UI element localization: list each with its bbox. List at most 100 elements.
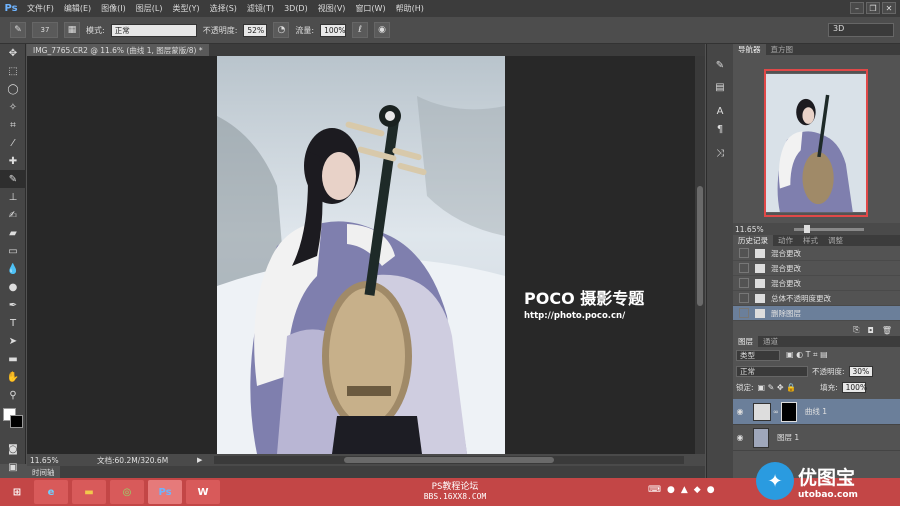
stamp-tool-icon[interactable]: ⊥ — [0, 188, 26, 206]
history-checkbox[interactable] — [739, 308, 749, 318]
menu-filter[interactable]: 滤镜(T) — [242, 3, 279, 14]
menu-window[interactable]: 窗口(W) — [350, 3, 390, 14]
pressure-opacity-icon[interactable]: ◔ — [273, 22, 290, 38]
vertical-scrollbar[interactable] — [695, 56, 705, 454]
tray-app-icon[interactable]: ● — [707, 485, 715, 495]
menu-3d[interactable]: 3D(D) — [279, 4, 313, 13]
keyboard-icon[interactable]: ⌨ — [648, 485, 661, 495]
status-arrow-icon[interactable]: ▶ — [197, 456, 202, 464]
healing-tool-icon[interactable]: ✚ — [0, 152, 26, 170]
history-brush-tool-icon[interactable]: ✍ — [0, 206, 26, 224]
brush-panel-icon[interactable]: ▦ — [64, 22, 80, 38]
qq-icon[interactable]: ● — [667, 485, 675, 495]
menu-help[interactable]: 帮助(H) — [391, 3, 429, 14]
tab-actions[interactable]: 动作 — [773, 235, 798, 246]
shape-tool-icon[interactable]: ▬ — [0, 350, 26, 368]
tab-histogram[interactable]: 直方图 — [766, 44, 799, 55]
type-tool-icon[interactable]: T — [0, 314, 26, 332]
eye-icon[interactable]: ◉ — [733, 407, 747, 416]
navigator-preview[interactable] — [764, 69, 868, 217]
layer-curves-1[interactable]: ◉ ∞ 曲线 1 — [733, 399, 900, 425]
brush-presets-icon[interactable]: ✎ — [707, 56, 733, 74]
photo-canvas[interactable] — [217, 56, 505, 454]
menu-view[interactable]: 视图(V) — [313, 3, 351, 14]
blend-mode-select[interactable]: 正常 — [736, 365, 808, 377]
tab-navigator[interactable]: 导航器 — [733, 44, 766, 55]
eye-icon[interactable]: ◉ — [733, 433, 747, 442]
eraser-tool-icon[interactable]: ▰ — [0, 224, 26, 242]
fill-field[interactable]: 100% — [841, 381, 867, 393]
lock-icons[interactable]: ▣ ✎ ✥ 🔒 — [758, 383, 797, 392]
gradient-tool-icon[interactable]: ▭ — [0, 242, 26, 260]
snapshot-icon[interactable]: ◘ — [868, 326, 874, 335]
history-checkbox[interactable] — [739, 263, 749, 273]
lasso-tool-icon[interactable]: ◯ — [0, 80, 26, 98]
opacity-field[interactable]: 52% — [243, 23, 268, 37]
warning-icon[interactable]: ▲ — [681, 485, 688, 495]
tab-adjustments[interactable]: 调整 — [823, 235, 848, 246]
zoom-readout[interactable]: 11.65% — [27, 456, 87, 465]
restore-icon[interactable]: ❐ — [866, 2, 880, 14]
brush-size-picker[interactable]: 37 — [32, 22, 58, 38]
history-item[interactable]: 混合更改 — [733, 246, 900, 261]
quick-mask-icon[interactable]: ◙ — [0, 440, 26, 458]
hand-tool-icon[interactable]: ✋ — [0, 368, 26, 386]
blur-tool-icon[interactable]: 💧 — [0, 260, 26, 278]
layer-1[interactable]: ◉ 图层 1 — [733, 425, 900, 451]
h-scroll-thumb[interactable] — [344, 457, 555, 463]
close-icon[interactable]: ✕ — [882, 2, 896, 14]
dodge-tool-icon[interactable]: ● — [0, 278, 26, 296]
history-item-selected[interactable]: 删除图层 — [733, 306, 900, 321]
explorer-icon[interactable]: ▬ — [72, 480, 106, 504]
navigator-zoom[interactable]: 11.65% — [735, 225, 764, 234]
ie-icon[interactable]: e — [34, 480, 68, 504]
menu-type[interactable]: 类型(Y) — [167, 3, 204, 14]
new-document-icon[interactable]: ⎘ — [853, 325, 859, 335]
scroll-thumb[interactable] — [697, 186, 703, 306]
minimize-icon[interactable]: – — [850, 2, 864, 14]
background-color[interactable] — [10, 415, 23, 428]
zoom-tool-icon[interactable]: ⚲ — [0, 386, 26, 404]
start-button-icon[interactable]: ⊞ — [4, 480, 30, 504]
screen-mode-icon[interactable]: ▣ — [0, 458, 26, 476]
layer-mask-thumbnail[interactable] — [780, 401, 797, 422]
word-task-icon[interactable]: W — [186, 480, 220, 504]
mode-select[interactable]: 正常 — [110, 23, 197, 37]
eyedropper-tool-icon[interactable]: ⁄ — [0, 134, 26, 152]
menu-select[interactable]: 选择(S) — [205, 3, 242, 14]
pressure-size-icon[interactable]: ◉ — [374, 22, 391, 38]
history-item[interactable]: 总体不透明度更改 — [733, 291, 900, 306]
history-checkbox[interactable] — [739, 248, 749, 258]
menu-layer[interactable]: 图层(L) — [131, 3, 168, 14]
move-tool-icon[interactable]: ✥ — [0, 44, 26, 62]
tab-layers[interactable]: 图层 — [733, 336, 758, 347]
menu-edit[interactable]: 编辑(E) — [59, 3, 96, 14]
layer-filter-select[interactable]: 类型 — [736, 349, 780, 361]
history-checkbox[interactable] — [739, 278, 749, 288]
history-checkbox[interactable] — [739, 293, 749, 303]
menu-file[interactable]: 文件(F) — [22, 3, 59, 14]
crop-tool-icon[interactable]: ⌗ — [0, 116, 26, 134]
brush-tool-icon[interactable]: ✎ — [0, 170, 26, 188]
navigator-zoom-slider[interactable] — [793, 224, 864, 233]
character-icon[interactable]: A — [707, 102, 733, 120]
menu-image[interactable]: 图像(I) — [96, 3, 131, 14]
shield-icon[interactable]: ◆ — [694, 485, 701, 495]
workspace-select[interactable]: 3D — [828, 23, 894, 37]
flow-field[interactable]: 100% — [320, 23, 347, 37]
timeline-tab[interactable]: 时间轴 — [27, 466, 60, 478]
tab-history[interactable]: 历史记录 — [733, 235, 773, 246]
history-item[interactable]: 混合更改 — [733, 276, 900, 291]
path-select-tool-icon[interactable]: ➤ — [0, 332, 26, 350]
horizontal-scrollbar[interactable] — [214, 456, 685, 464]
pen-tool-icon[interactable]: ✒ — [0, 296, 26, 314]
tool-presets-icon[interactable]: ▤ — [707, 78, 733, 96]
layer-opacity-field[interactable]: 30% — [848, 365, 873, 377]
slider-handle[interactable] — [803, 224, 810, 233]
brush-preset-icon[interactable]: ✎ — [10, 22, 26, 38]
photoshop-task-icon[interactable]: Ps — [148, 480, 182, 504]
swap-icon[interactable]: ⤨ — [707, 144, 733, 162]
paragraph-icon[interactable]: ¶ — [707, 120, 733, 138]
color-swatches[interactable] — [0, 404, 25, 440]
filter-icons[interactable]: ▣ ◐ T ⌗ ▤ — [786, 350, 828, 360]
